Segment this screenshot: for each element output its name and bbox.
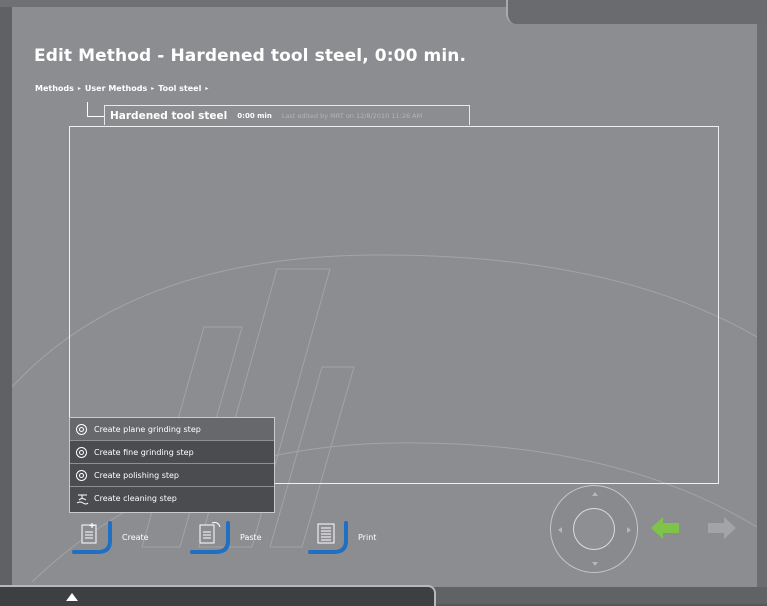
- print-button[interactable]: Print: [308, 518, 376, 556]
- step-circle-icon: [76, 423, 87, 435]
- step-circle-icon: [76, 469, 87, 481]
- top-tab: [506, 0, 767, 24]
- cleaning-icon: [76, 494, 89, 504]
- new-document-icon: [72, 521, 112, 554]
- dial-down-arrow-icon[interactable]: [592, 562, 598, 566]
- app-window: Edit Method - Hardened tool steel, 0:00 …: [0, 0, 767, 606]
- method-name: Hardened tool steel: [110, 109, 228, 122]
- right-border: [757, 7, 767, 604]
- menu-item-create-cleaning[interactable]: Create cleaning step: [70, 487, 274, 510]
- tree-connector: [87, 102, 88, 117]
- back-arrow-icon[interactable]: [649, 515, 681, 541]
- breadcrumb-separator-icon: ▸: [205, 85, 209, 92]
- page-title: Edit Method - Hardened tool steel, 0:00 …: [34, 46, 467, 66]
- create-step-menu: Create plane grinding step Create fine g…: [69, 417, 275, 513]
- breadcrumb-separator-icon: ▸: [77, 85, 81, 92]
- breadcrumb: Methods ▸ User Methods ▸ Tool steel ▸: [35, 84, 208, 93]
- navigation-dial[interactable]: [550, 485, 638, 573]
- menu-item-label: Create cleaning step: [94, 494, 177, 503]
- menu-item-label: Create polishing step: [94, 470, 179, 480]
- forward-arrow-icon[interactable]: [706, 515, 738, 541]
- step-circle-icon: [76, 446, 87, 458]
- breadcrumb-item-tool-steel[interactable]: Tool steel: [158, 84, 201, 93]
- create-button[interactable]: Create: [72, 518, 149, 556]
- menu-item-label: Create fine grinding step: [94, 447, 194, 457]
- breadcrumb-item-user-methods[interactable]: User Methods: [85, 84, 147, 93]
- expand-up-arrow-icon[interactable]: [66, 593, 78, 601]
- method-last-edited: Last edited by MRT on 12/8/2010 11:26 AM: [281, 111, 423, 120]
- breadcrumb-separator-icon: ▸: [151, 85, 155, 92]
- tree-connector: [87, 116, 105, 117]
- paste-button-label: Paste: [240, 532, 262, 542]
- menu-item-create-fine-grinding[interactable]: Create fine grinding step: [70, 441, 274, 464]
- dial-right-arrow-icon[interactable]: [627, 527, 631, 533]
- method-duration: 0:00 min: [237, 111, 272, 120]
- breadcrumb-item-methods[interactable]: Methods: [35, 84, 74, 93]
- dial-left-arrow-icon[interactable]: [558, 527, 562, 533]
- left-border: [0, 7, 12, 604]
- menu-item-create-polishing[interactable]: Create polishing step: [70, 464, 274, 487]
- print-list-icon: [308, 521, 348, 554]
- menu-item-label: Create plane grinding step: [94, 424, 201, 434]
- print-button-label: Print: [358, 532, 377, 542]
- paste-button[interactable]: Paste: [190, 518, 262, 556]
- dial-center-button[interactable]: [573, 508, 615, 550]
- create-button-label: Create: [122, 532, 149, 542]
- menu-item-create-plane-grinding[interactable]: Create plane grinding step: [70, 418, 274, 441]
- method-header[interactable]: Hardened tool steel 0:00 min Last edited…: [104, 105, 470, 125]
- paste-icon: [190, 521, 230, 554]
- dial-up-arrow-icon[interactable]: [592, 492, 598, 496]
